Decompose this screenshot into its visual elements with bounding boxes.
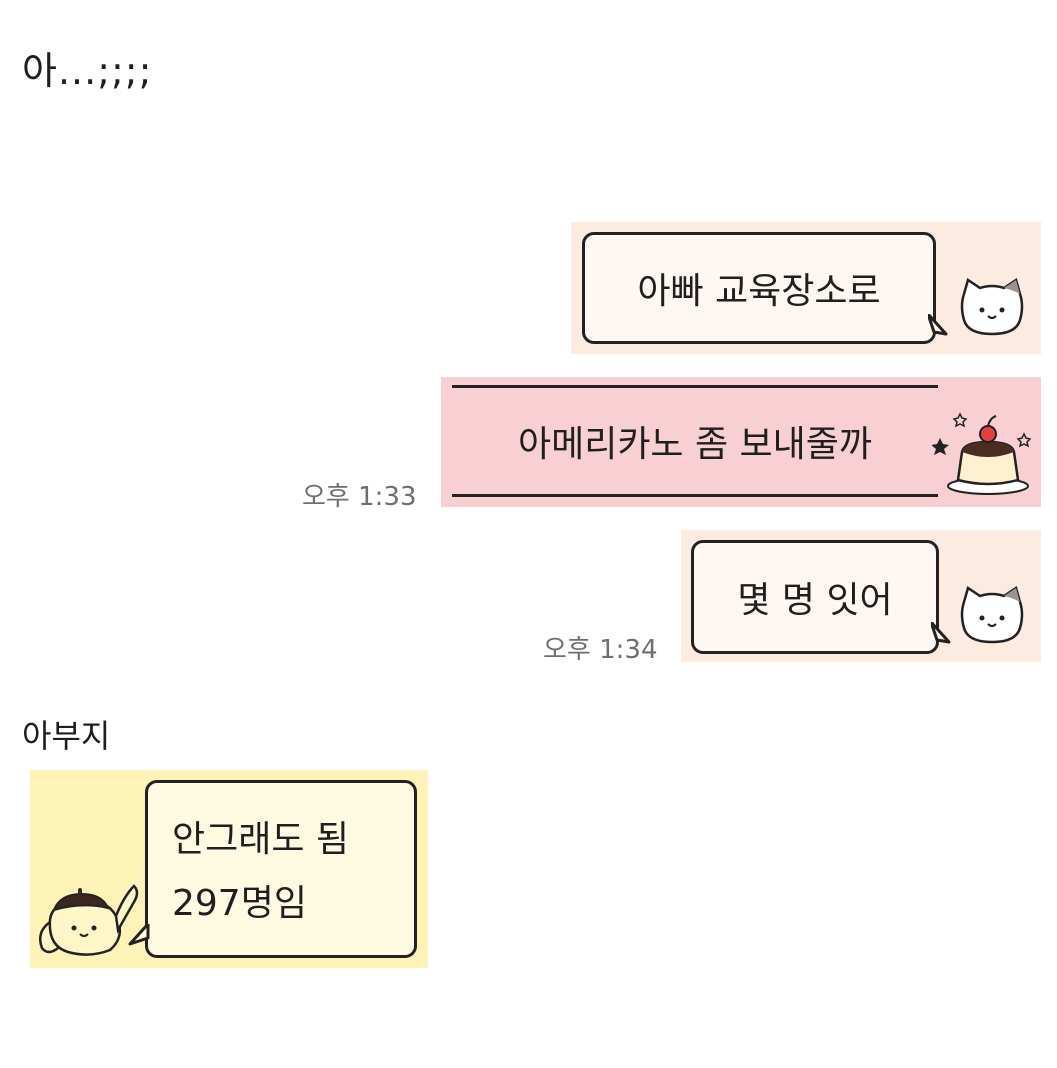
white-cat-sticker-icon	[960, 586, 1024, 644]
chat-message-line: 297명임	[172, 883, 307, 924]
chat-message-line: 안그래도 됨	[172, 819, 350, 860]
chat-message-text: 안그래도 됨 297명임	[172, 808, 349, 936]
message-timestamp: 오후 1:34	[543, 635, 658, 665]
pudding-sticker-icon	[932, 412, 1032, 495]
chat-message-text[interactable]: 아메리카노 좀 보내줄까	[452, 388, 938, 494]
pompompurin-sticker-icon	[39, 884, 139, 956]
chat-message-text: 아빠 교육장소로	[637, 271, 881, 312]
bubble-bottom-line	[452, 494, 938, 497]
chat-message-text: 몇 명 잇어	[737, 580, 893, 621]
white-cat-sticker-icon	[960, 278, 1024, 336]
message-timestamp: 오후 1:33	[302, 482, 417, 512]
page-caption: 아...;;;;	[22, 49, 153, 93]
sender-name: 아부지	[22, 717, 111, 755]
